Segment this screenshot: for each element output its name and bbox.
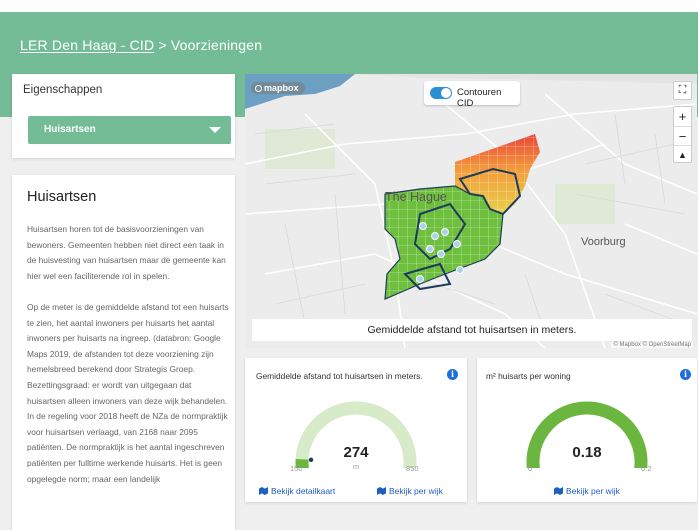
zoom-out-button[interactable]: − xyxy=(674,126,691,145)
breadcrumb-link-home[interactable]: LER Den Haag - CID xyxy=(20,37,154,53)
place-label-voorburg: Voorburg xyxy=(581,236,626,248)
link-label: Bekijk per wijk xyxy=(566,486,620,496)
breadcrumb-separator: > xyxy=(158,37,167,53)
info-paragraph: Op de meter is de gemiddelde afstand tot… xyxy=(27,301,229,484)
map-canvas[interactable] xyxy=(245,74,697,348)
gauge-value: 0.18 xyxy=(572,444,602,461)
contour-toggle[interactable] xyxy=(430,87,452,99)
map-icon xyxy=(259,487,268,495)
properties-panel: Eigenschappen Huisartsen xyxy=(12,74,235,158)
gauge-max: 0.2 xyxy=(641,464,652,473)
info-body: Huisartsen horen tot de basisvoorziening… xyxy=(27,222,229,503)
gauge-max: 850 xyxy=(406,464,419,473)
place-label-the-hague: The Hague xyxy=(385,190,447,204)
detail-map-link[interactable]: Bekijk detailkaart xyxy=(259,486,335,496)
breadcrumb-current: Voorzieningen xyxy=(170,37,263,53)
land-strip xyxy=(355,74,697,84)
link-label: Bekijk per wijk xyxy=(389,486,443,496)
gauge-title: Gemiddelde afstand tot huisartsen in met… xyxy=(256,371,423,381)
top-strip xyxy=(0,0,698,12)
breadcrumb: LER Den Haag - CID > Voorzieningen xyxy=(20,37,262,53)
zoom-in-button[interactable]: + xyxy=(674,107,691,126)
mapbox-logo[interactable]: mapbox xyxy=(251,82,305,94)
chevron-down-icon xyxy=(209,127,221,133)
per-district-link[interactable]: Bekijk per wijk xyxy=(377,486,443,496)
info-title: Huisartsen xyxy=(27,189,97,205)
facility-select-value: Huisartsen xyxy=(44,124,96,135)
compass-button[interactable]: ▲ xyxy=(674,145,691,164)
mapbox-icon xyxy=(255,85,262,92)
map-icon xyxy=(377,487,386,495)
gauge-card-m2: m² huisarts per woning i 0.18 0 0.2 Beki… xyxy=(477,358,697,502)
map-icon xyxy=(554,487,563,495)
link-label: Bekijk detailkaart xyxy=(271,486,336,496)
map-attribution[interactable]: © Mapbox © OpenStreetMap xyxy=(611,342,693,348)
gauge-title: m² huisarts per woning xyxy=(486,371,571,381)
map-view[interactable]: mapbox Contouren CID ⛶ + − ▲ The Hague V… xyxy=(245,74,697,348)
map-caption: Gemiddelde afstand tot huisartsen in met… xyxy=(252,319,692,341)
info-panel: Huisartsen Huisartsen horen tot de basis… xyxy=(12,175,235,530)
park-area xyxy=(555,184,615,224)
fullscreen-button[interactable]: ⛶ xyxy=(673,81,692,100)
gauge-min: 0 xyxy=(528,464,533,473)
mapbox-logo-text: mapbox xyxy=(264,83,299,93)
park-area xyxy=(265,129,335,169)
info-paragraph: Huisartsen horen tot de basisvoorziening… xyxy=(27,224,226,281)
toggle-knob xyxy=(441,88,451,98)
facility-select[interactable]: Huisartsen xyxy=(28,116,231,144)
info-icon[interactable]: i xyxy=(680,369,691,380)
properties-title: Eigenschappen xyxy=(23,84,103,96)
gauge-min: 150 xyxy=(290,464,303,473)
gauge-value: 274 xyxy=(343,444,369,461)
zoom-controls: + − ▲ xyxy=(673,106,692,163)
gauge-unit: m xyxy=(352,462,360,471)
contour-toggle-label: Contouren CID xyxy=(457,87,502,109)
contour-toggle-box: Contouren CID xyxy=(424,81,520,109)
gauge-card-distance: Gemiddelde afstand tot huisartsen in met… xyxy=(245,358,467,502)
info-icon[interactable]: i xyxy=(447,369,458,380)
per-district-link[interactable]: Bekijk per wijk xyxy=(554,486,620,496)
